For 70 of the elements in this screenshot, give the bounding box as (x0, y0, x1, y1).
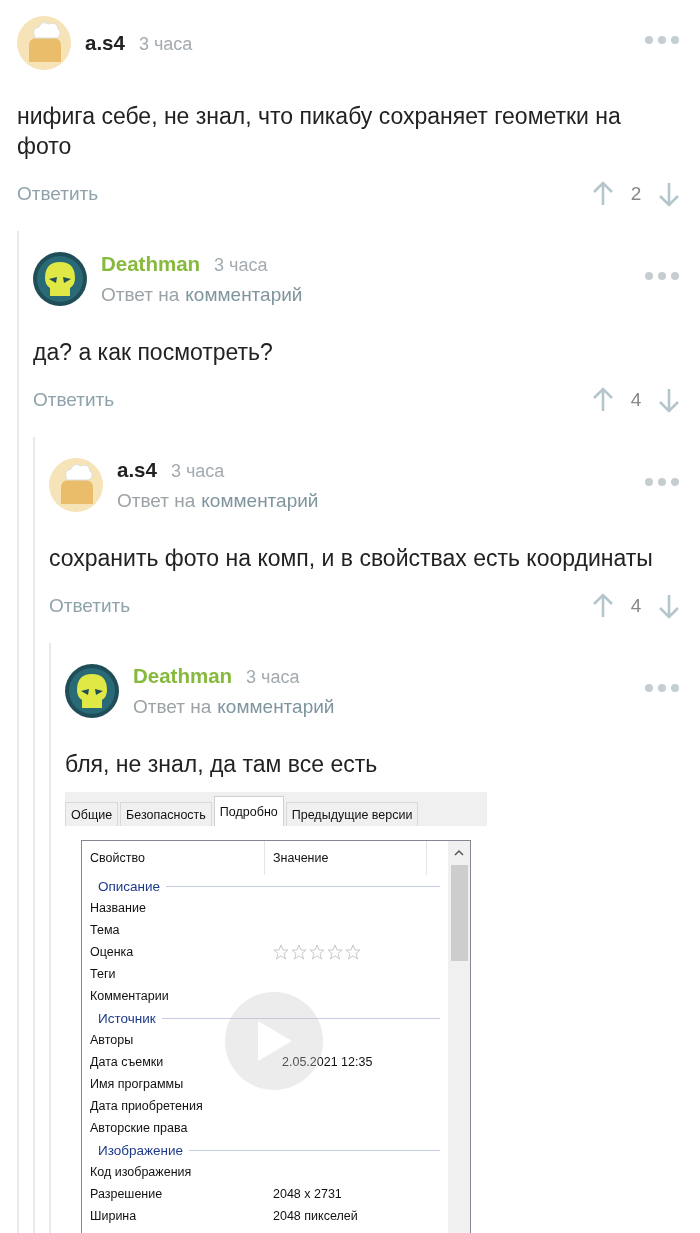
scroll-thumb[interactable] (450, 865, 468, 961)
downvote-icon[interactable] (658, 387, 680, 413)
property-name: Оценка (89, 945, 135, 959)
parent-comment-link[interactable]: комментарий (201, 490, 319, 512)
reply-button[interactable]: Ответить (49, 595, 592, 617)
rating-count: 4 (629, 595, 643, 617)
property-name: Дата приобретения (89, 1099, 204, 1113)
author-name[interactable]: a.s4 (85, 31, 125, 55)
author-name[interactable]: a.s4 (117, 458, 157, 482)
property-value: 2048 пикселей (273, 1209, 358, 1223)
comment-text: бля, не знал, да там все есть (65, 750, 379, 779)
more-icon[interactable] (644, 271, 680, 281)
upvote-icon[interactable] (592, 181, 614, 207)
scrollbar[interactable] (448, 841, 470, 1233)
avatar[interactable] (65, 664, 119, 718)
star-icon (345, 944, 361, 960)
author-name[interactable]: Deathman (101, 252, 201, 276)
group-title: Описание (98, 878, 161, 894)
comment-text: нифига себе, не знал, что пикабу сохраняет геометки на фото (17, 102, 622, 161)
scroll-up-icon[interactable] (454, 849, 464, 857)
comment-text: да? а как посмотреть? (33, 338, 274, 367)
group-title: Изображение (98, 1142, 184, 1158)
column-header[interactable]: Свойство (82, 841, 265, 875)
downvote-icon[interactable] (658, 593, 680, 619)
comment-time[interactable]: 3 часа (170, 461, 225, 482)
property-name: Название (89, 901, 147, 915)
property-name: Комментарии (89, 989, 170, 1003)
star-icon (273, 944, 289, 960)
reply-button[interactable]: Ответить (33, 389, 592, 411)
more-icon[interactable] (644, 683, 680, 693)
comment-text: сохранить фото на комп, и в свойствах есть координаты (49, 544, 654, 573)
property-name: Тема (89, 923, 121, 937)
property-value: 2048 x 2731 (273, 1187, 342, 1201)
star-icon (291, 944, 307, 960)
reply-button[interactable]: Ответить (17, 183, 592, 205)
property-name: Код изображения (89, 1165, 193, 1179)
upvote-icon[interactable] (592, 387, 614, 413)
rating-count: 4 (629, 389, 643, 411)
column-header[interactable]: Значение (265, 841, 427, 875)
parent-comment-link[interactable]: комментарий (185, 284, 303, 306)
property-name: Авторы (89, 1033, 135, 1047)
reply-label: Ответ на (117, 490, 196, 512)
property-name: Ширина (89, 1209, 138, 1223)
upvote-icon[interactable] (592, 593, 614, 619)
more-icon[interactable] (644, 477, 680, 487)
star-icon (327, 944, 343, 960)
property-name: Авторские права (89, 1121, 189, 1135)
tab[interactable]: Безопасность (120, 802, 212, 826)
tab[interactable]: Подробно (213, 796, 284, 826)
property-name: Теги (89, 967, 117, 981)
reply-label: Ответ на (101, 284, 180, 306)
parent-comment-link[interactable]: комментарий (217, 696, 335, 718)
reply-label: Ответ на (133, 696, 212, 718)
group-title: Источник (98, 1010, 156, 1026)
property-name: Имя программы (89, 1077, 185, 1091)
property-name: Дата съемки (89, 1055, 165, 1069)
comment-time[interactable]: 3 часа (138, 34, 193, 55)
comment-time[interactable]: 3 часа (246, 667, 300, 688)
author-name[interactable]: Deathman (133, 664, 233, 688)
more-icon[interactable] (644, 35, 680, 45)
avatar[interactable] (33, 252, 87, 306)
property-value: 2.05.2021 12:35 (282, 1055, 373, 1069)
property-name: Разрешение (89, 1187, 164, 1201)
tab[interactable]: Общие (65, 802, 119, 826)
rating-count: 2 (629, 183, 643, 205)
star-icon (309, 944, 325, 960)
rating-stars[interactable] (273, 944, 361, 960)
tab[interactable]: Предыдущие версии (285, 802, 419, 826)
comment-time[interactable]: 3 часа (214, 255, 268, 276)
downvote-icon[interactable] (658, 181, 680, 207)
